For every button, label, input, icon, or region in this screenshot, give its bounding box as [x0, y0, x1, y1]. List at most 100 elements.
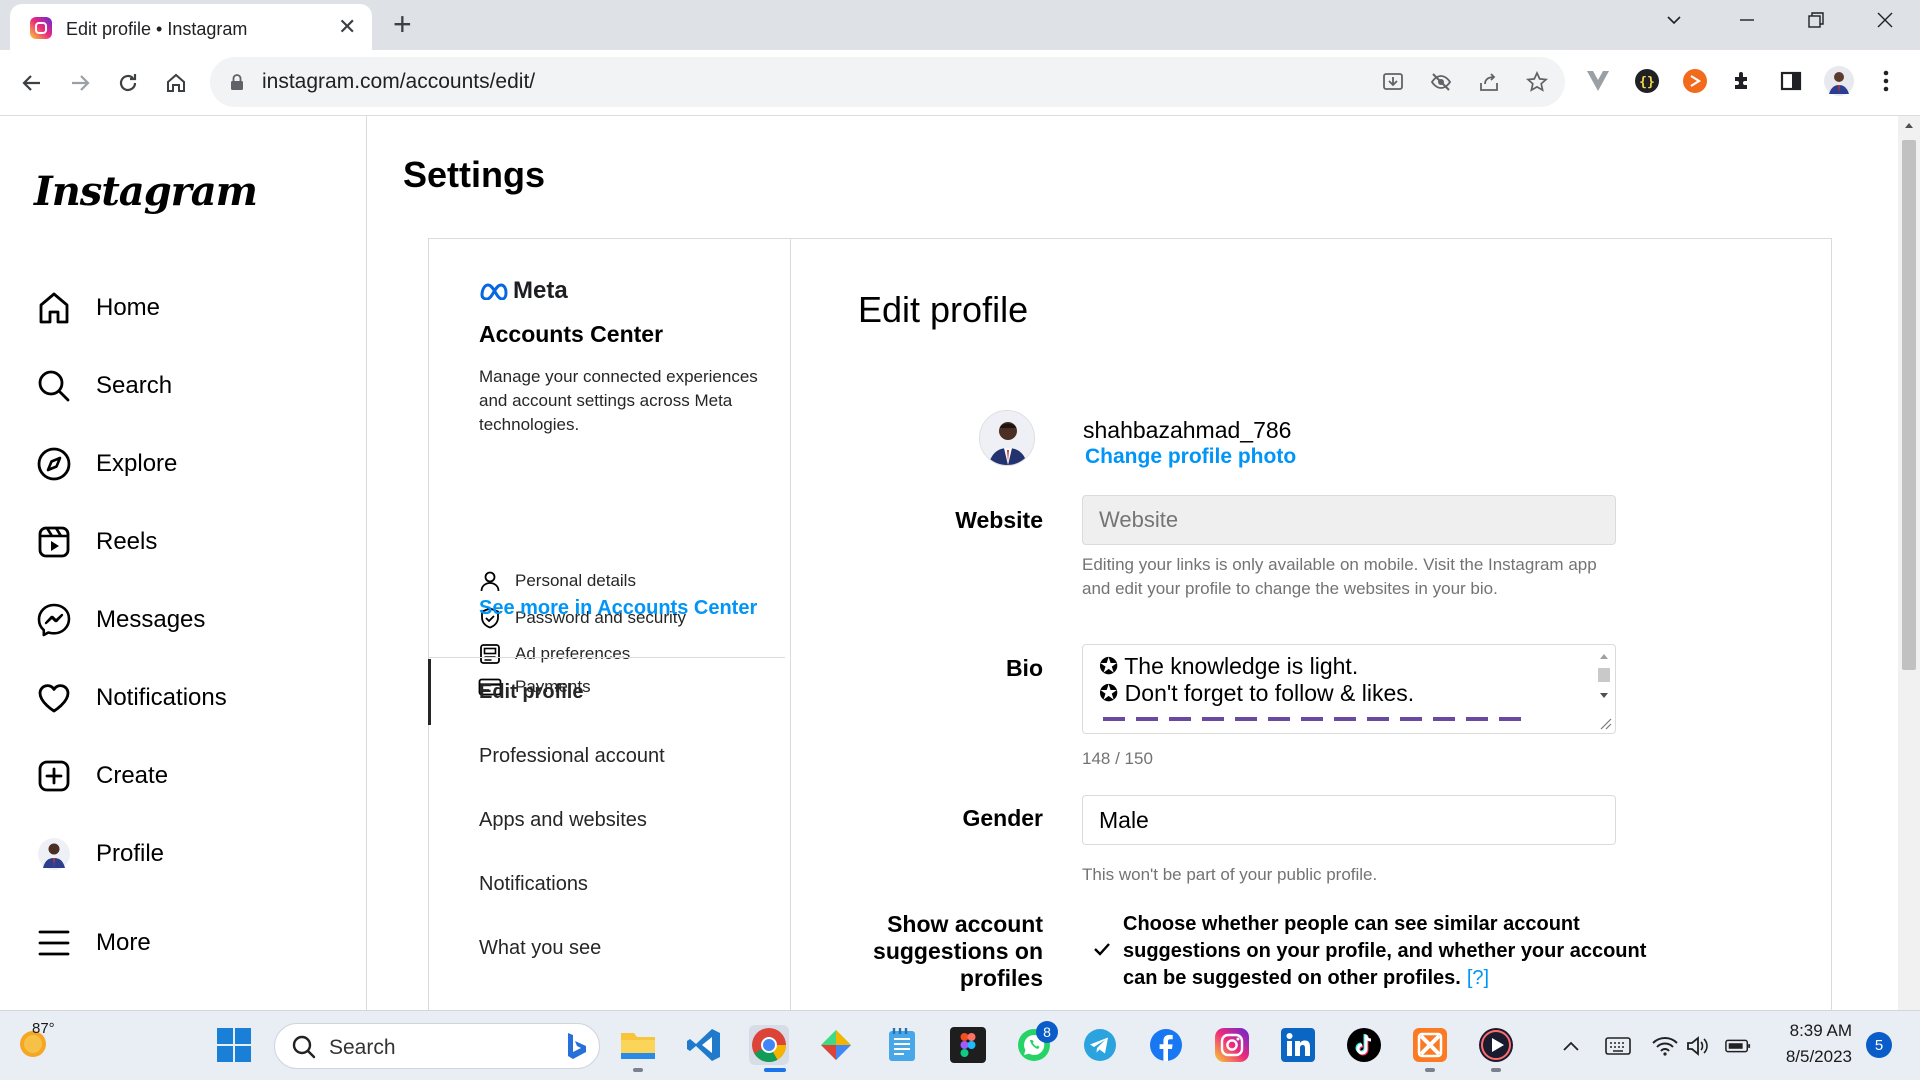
nav-label: Explore [96, 450, 178, 477]
bio-decoration-line [1103, 717, 1523, 721]
address-bar[interactable]: instagram.com/accounts/edit/ [210, 57, 1565, 107]
accounts-center-ad-preferences[interactable]: Ad preferences [477, 641, 630, 667]
gender-select[interactable]: Male [1082, 795, 1616, 845]
menu-notifications[interactable]: Notifications [479, 873, 588, 896]
profile-avatar-icon[interactable] [1824, 66, 1854, 96]
nav-profile[interactable]: Profile [34, 830, 164, 878]
telegram-icon[interactable] [1080, 1025, 1120, 1065]
page-scrollbar[interactable] [1898, 116, 1920, 1010]
taskbar-search-box[interactable]: Search [274, 1023, 600, 1069]
tab-search-chevron-icon[interactable] [1664, 10, 1684, 30]
avatar [34, 834, 74, 874]
instagram-favicon-icon [30, 17, 52, 39]
forward-button[interactable] [60, 63, 100, 103]
notepad-icon[interactable] [882, 1025, 922, 1065]
gender-help-text: This won't be part of your public profil… [1082, 865, 1378, 884]
browser-tab[interactable]: Edit profile • Instagram ✕ [10, 4, 372, 50]
menu-what-you-see[interactable]: What you see [479, 937, 601, 960]
clock-time[interactable]: 8:39 AM [1776, 1021, 1852, 1041]
nav-label: Notifications [96, 684, 227, 711]
share-icon[interactable] [1476, 69, 1502, 95]
url-text[interactable]: instagram.com/accounts/edit/ [262, 70, 535, 94]
chrome-menu-icon[interactable] [1871, 66, 1901, 96]
menu-apps-and-websites[interactable]: Apps and websites [479, 809, 647, 832]
meta-logo: Meta [479, 277, 568, 305]
linkedin-icon[interactable] [1278, 1025, 1318, 1065]
tiktok-icon[interactable] [1344, 1025, 1384, 1065]
home-icon [34, 288, 74, 328]
accounts-center-personal-details[interactable]: Personal details [477, 568, 636, 594]
nav-create[interactable]: Create [34, 752, 168, 800]
facebook-icon[interactable] [1146, 1025, 1186, 1065]
windows-taskbar: 87° Search 8 8:39 AM 8/5/2023 5 [0, 1010, 1920, 1080]
keyboard-icon[interactable] [1605, 1033, 1631, 1059]
media-player-icon[interactable] [1476, 1025, 1516, 1065]
nav-messages[interactable]: Messages [34, 596, 205, 644]
scroll-up-arrow-icon[interactable] [1898, 116, 1920, 136]
xampp-icon[interactable] [1410, 1025, 1450, 1065]
menu-edit-profile[interactable]: Edit profile [479, 681, 583, 704]
windows-start-icon[interactable] [214, 1025, 254, 1065]
show-hidden-icons-chevron-icon[interactable] [1558, 1033, 1584, 1059]
install-app-icon[interactable] [1380, 69, 1406, 95]
notification-center-badge[interactable]: 5 [1866, 1032, 1892, 1058]
git-kraken-icon[interactable] [816, 1025, 856, 1065]
nav-more[interactable]: More [34, 919, 151, 967]
clock-date[interactable]: 8/5/2023 [1776, 1047, 1852, 1067]
battery-icon[interactable] [1725, 1033, 1751, 1059]
extensions-puzzle-icon[interactable] [1728, 66, 1758, 96]
website-label: Website [955, 507, 1043, 533]
nav-reels[interactable]: Reels [34, 518, 157, 566]
menu-professional-account[interactable]: Professional account [479, 745, 665, 768]
back-button[interactable] [12, 63, 52, 103]
website-help-text: Editing your links is only available on … [1082, 555, 1597, 598]
heart-icon [34, 678, 74, 718]
suggestions-checkbox[interactable] [1090, 937, 1114, 961]
lock-icon[interactable] [224, 69, 250, 95]
chrome-icon[interactable] [749, 1025, 789, 1065]
messenger-icon [34, 600, 74, 640]
minimize-button[interactable] [1737, 10, 1757, 30]
checkmark-icon [1094, 943, 1110, 956]
bio-textarea[interactable]: ✪ The knowledge is light. ✪ Don't forget… [1082, 644, 1616, 734]
instagram-icon[interactable] [1212, 1025, 1252, 1065]
tab-title: Edit profile • Instagram [66, 19, 248, 39]
change-profile-photo-link[interactable]: Change profile photo [1085, 445, 1296, 469]
suggestions-description: Choose whether people can see similar ac… [1123, 911, 1653, 992]
close-window-button[interactable] [1875, 10, 1895, 30]
nav-explore[interactable]: Explore [34, 440, 177, 488]
profile-avatar[interactable] [979, 410, 1035, 466]
see-more-accounts-center-link[interactable]: See more in Accounts Center [479, 597, 757, 620]
wifi-icon[interactable] [1652, 1033, 1678, 1059]
new-tab-button[interactable]: + [393, 8, 412, 40]
orange-extension-icon[interactable] [1680, 66, 1710, 96]
suggestions-help-link[interactable]: [?] [1467, 967, 1489, 989]
side-panel-icon[interactable] [1776, 66, 1806, 96]
nav-label: Create [96, 762, 169, 789]
plus-square-icon [34, 756, 74, 796]
website-input [1082, 495, 1616, 545]
reload-button[interactable] [108, 63, 148, 103]
bing-icon[interactable] [559, 1030, 591, 1062]
file-explorer-icon[interactable] [618, 1025, 658, 1065]
restore-button[interactable] [1806, 10, 1826, 30]
nav-search[interactable]: Search [34, 362, 172, 410]
volume-icon[interactable] [1685, 1033, 1711, 1059]
nav-label: Messages [96, 606, 206, 633]
nav-notifications[interactable]: Notifications [34, 674, 227, 722]
vscode-icon[interactable] [684, 1025, 724, 1065]
bio-scrollbar[interactable] [1595, 647, 1613, 731]
scrollbar-thumb[interactable] [1902, 140, 1916, 670]
instagram-logo[interactable]: Instagram [34, 168, 258, 215]
tracking-protection-icon[interactable] [1428, 69, 1454, 95]
home-button[interactable] [156, 63, 196, 103]
bio-line: ✪ The knowledge is light. [1099, 653, 1359, 679]
bookmark-star-icon[interactable] [1524, 69, 1550, 95]
profile-username: shahbazahmad_786 [1083, 417, 1292, 443]
nav-home[interactable]: Home [34, 284, 160, 332]
vue-devtools-extension-icon[interactable] [1583, 66, 1613, 96]
json-extension-icon[interactable]: {} [1632, 66, 1662, 96]
whatsapp-badge: 8 [1036, 1021, 1058, 1043]
close-tab-icon[interactable]: ✕ [338, 16, 356, 38]
figma-icon[interactable] [948, 1025, 988, 1065]
